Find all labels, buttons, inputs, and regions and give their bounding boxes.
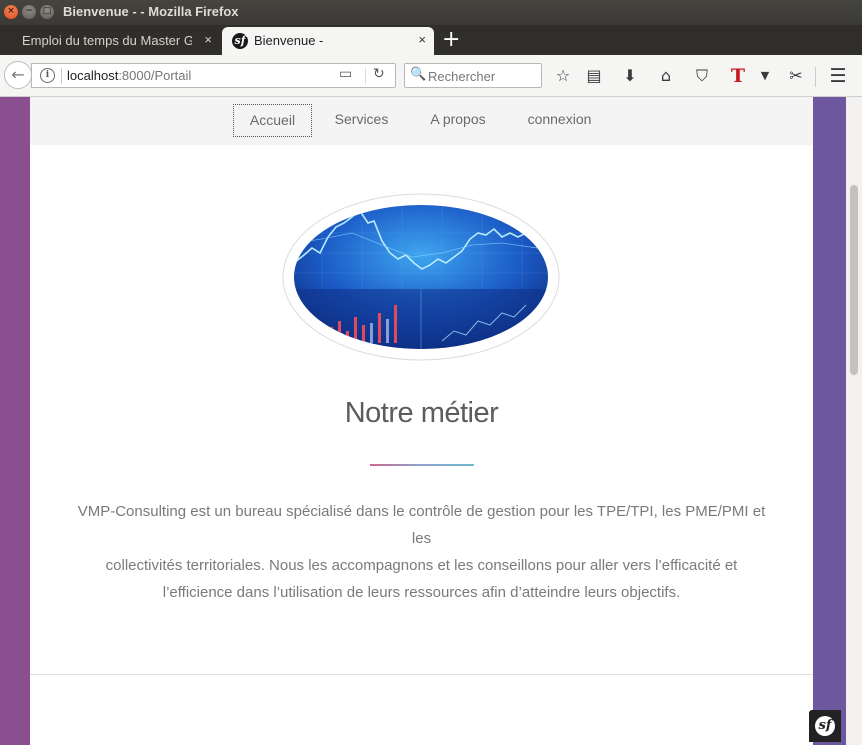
tab-emploi-du-temps[interactable]: Emploi du temps du Master GE × bbox=[8, 27, 220, 55]
tab-label: Emploi du temps du Master GE bbox=[22, 33, 192, 48]
navigation-toolbar: ← i localhost:8000/Portail ▭ ↻ 🔍 Recherc… bbox=[0, 55, 862, 97]
window-titlebar: × − □ Bienvenue - - Mozilla Firefox bbox=[0, 0, 862, 25]
intro-paragraph: VMP-Consulting est un bureau spécialisé … bbox=[70, 498, 773, 606]
window-title: Bienvenue - - Mozilla Firefox bbox=[63, 4, 239, 19]
url-separator bbox=[365, 68, 366, 84]
toolbar-separator bbox=[815, 67, 816, 87]
window-minimize-button[interactable]: − bbox=[22, 5, 36, 19]
section-divider bbox=[30, 674, 813, 675]
t-addon-icon[interactable]: T bbox=[727, 65, 749, 87]
reload-icon[interactable]: ↻ bbox=[373, 66, 385, 82]
heading-underline bbox=[370, 464, 474, 466]
scrollbar-thumb[interactable] bbox=[850, 185, 858, 375]
vertical-scrollbar[interactable] bbox=[846, 97, 862, 745]
search-placeholder: Rechercher bbox=[428, 69, 496, 84]
url-separator bbox=[61, 68, 62, 84]
intro-line: VMP-Consulting est un bureau spécialisé … bbox=[77, 503, 766, 547]
url-path: :8000/Portail bbox=[118, 68, 192, 83]
search-input[interactable]: 🔍 Rechercher bbox=[404, 63, 542, 88]
reader-view-icon[interactable]: ▭ bbox=[339, 66, 352, 82]
url-text[interactable]: localhost:8000/Portail bbox=[67, 68, 191, 83]
url-host: localhost bbox=[67, 68, 119, 83]
tab-close-icon[interactable]: × bbox=[418, 32, 426, 47]
home-icon[interactable]: ⌂ bbox=[655, 65, 677, 87]
window-close-button[interactable]: × bbox=[4, 5, 18, 19]
tab-bar: Emploi du temps du Master GE × sf Bienve… bbox=[0, 25, 862, 55]
search-icon: 🔍 bbox=[410, 67, 427, 82]
intro-line: l’efficience dans l’utilisation de leurs… bbox=[162, 584, 681, 601]
page-heading: Notre métier bbox=[344, 397, 499, 429]
site-info-icon[interactable]: i bbox=[40, 68, 55, 83]
page-viewport: Accueil Services A propos connexion Notr… bbox=[0, 97, 862, 745]
back-button[interactable]: ← bbox=[4, 61, 32, 89]
tab-bienvenue[interactable]: sf Bienvenue - × bbox=[222, 27, 434, 55]
symfony-toolbar-button[interactable]: sf bbox=[809, 710, 841, 742]
finance-dashboard-image bbox=[282, 193, 560, 361]
bookmark-star-icon[interactable]: ☆ bbox=[552, 65, 574, 87]
site-navigation: Accueil Services A propos connexion bbox=[30, 97, 813, 145]
nav-link-services[interactable]: Services bbox=[325, 104, 398, 137]
tab-close-icon[interactable]: × bbox=[204, 32, 212, 47]
pocket-icon[interactable]: ⛉ bbox=[691, 65, 713, 87]
screenshot-icon[interactable]: ✂ bbox=[785, 65, 807, 87]
nav-link-a-propos[interactable]: A propos bbox=[420, 104, 496, 137]
page-container: Accueil Services A propos connexion Notr… bbox=[30, 97, 813, 745]
window-maximize-button[interactable]: □ bbox=[40, 5, 54, 19]
nav-link-accueil[interactable]: Accueil bbox=[233, 104, 312, 137]
intro-line: collectivités territoriales. Nous les ac… bbox=[105, 557, 738, 574]
url-bar[interactable]: i localhost:8000/Portail ▭ ↻ bbox=[31, 63, 396, 88]
chevron-down-icon[interactable]: ▼ bbox=[754, 65, 776, 87]
new-tab-button[interactable]: + bbox=[442, 27, 460, 53]
hamburger-menu-icon[interactable]: ☰ bbox=[827, 65, 849, 87]
nav-link-connexion[interactable]: connexion bbox=[518, 104, 601, 137]
tab-label: Bienvenue - bbox=[254, 33, 324, 48]
symfony-favicon-icon: sf bbox=[232, 33, 248, 49]
symfony-logo-icon: sf bbox=[815, 716, 835, 736]
library-icon[interactable]: ▤ bbox=[583, 65, 605, 87]
download-icon[interactable]: ⬇ bbox=[619, 65, 641, 87]
